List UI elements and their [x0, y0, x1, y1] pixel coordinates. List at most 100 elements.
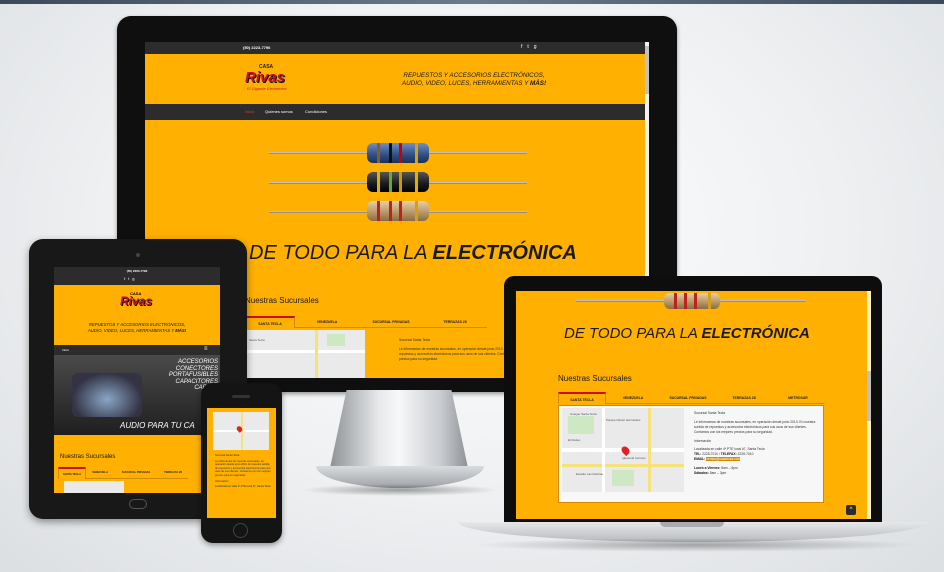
top-edge-strip [0, 0, 944, 4]
map-park [612, 470, 634, 486]
map-label: Estadio Las Delicias [576, 472, 604, 476]
resistor-band [389, 143, 392, 163]
hero-prefix: DE TODO PARA LA [249, 242, 433, 264]
map-label: Iglesia El Carmen [622, 456, 646, 460]
map-park [327, 334, 345, 346]
hours-saturday-row: Sábados: 8am – 3pm [694, 471, 820, 476]
tel-label: TEL: [694, 452, 702, 456]
phone-screen: Sucursal Santa Tecla Le informamos de nu… [207, 408, 276, 518]
resistor-band [389, 201, 392, 221]
laptop-email-row: EMAIL: ventas@casarivas.com [694, 457, 820, 462]
laptop-tab-privadas[interactable]: SUCURSAL PRIVADAS [660, 392, 716, 404]
branches-title: Nuestras Sucursales [245, 296, 319, 305]
laptop-branch-map[interactable]: Colegio Santa Tecla Parque Daniel Hernán… [562, 408, 684, 492]
laptop-hero-prefix: DE TODO PARA LA [564, 325, 702, 342]
map-road [315, 330, 318, 378]
tablet-tagline-bold: MÁS! [175, 328, 187, 333]
map-road [648, 408, 651, 492]
tablet-phone: (50) 2223-7796 [126, 269, 148, 273]
menu-icon[interactable]: ≡ [204, 346, 208, 352]
logo-name: Rivas [245, 69, 286, 86]
hero-heading: DE TODO PARA LA ELECTRÓNICA [249, 242, 577, 265]
resistor-band [694, 293, 697, 309]
map-label: Parque Daniel Hernández [606, 418, 641, 422]
tablet-tab-terrazas[interactable]: TERRAZAS 28 [158, 467, 188, 479]
resistor-band [684, 293, 687, 309]
back-to-top-button[interactable]: ^ [846, 505, 856, 515]
branch-map[interactable]: Santa Tecla [245, 330, 365, 378]
phone-home-button [233, 523, 248, 538]
tablet-nav: Inicio ≡ [54, 345, 220, 355]
resistor-band [415, 172, 418, 192]
scroll-thumb[interactable] [645, 46, 649, 94]
laptop-branch-name: Sucursal Santa Tecla [694, 411, 725, 415]
tab-privadas[interactable]: SUCURSAL PRIVADAS [359, 316, 423, 328]
social-icons: ftg [521, 44, 542, 50]
tagline-line2-text: AUDIO, VIDEO, LUCES, HERRAMIENTAS Y [401, 80, 530, 87]
main-nav: Inicio Quienes somos Condiciones [145, 104, 649, 120]
phone-map[interactable] [213, 412, 269, 450]
email-label: EMAIL: [694, 457, 706, 461]
tablet-camera [136, 253, 140, 257]
tagline-line1: REPUESTOS Y ACCESORIOS ELECTRÓNICOS, [403, 72, 545, 79]
nav-condiciones[interactable]: Condiciones [305, 109, 327, 114]
hours-weekday-value: 8am – 6pm [721, 466, 738, 470]
banner-bottom-span: AUDIO PARA TU CA [120, 421, 195, 430]
tablet-tagline-line2-text: AUDIO, VIDEO, LUCES, HERRAMIENTAS Y [87, 328, 176, 333]
google-plus-icon[interactable]: g [132, 276, 137, 281]
logo-tagline: El Gigante Electrónico [247, 86, 287, 91]
tablet-logo[interactable]: CASA Rivas [116, 291, 156, 315]
resistor-band [415, 143, 418, 163]
tab-santa-tecla[interactable]: SANTA TECLA [245, 316, 295, 328]
site-logo[interactable]: CASA Rivas El Gigante Electrónico [245, 64, 289, 94]
resistor-band [415, 201, 418, 221]
resistor-band [399, 172, 402, 192]
map-road [562, 464, 684, 467]
laptop-screen: DE TODO PARA LA ELECTRÓNICA Nuestras Suc… [516, 291, 871, 519]
phone-branch-info: Sucursal Santa Tecla Le informamos de nu… [215, 454, 271, 489]
laptop-tab-terrazas[interactable]: TERRAZAS 28 [716, 392, 772, 404]
resistor-band [674, 293, 677, 309]
map-pin-icon[interactable] [619, 444, 632, 457]
nav-quienes-somos[interactable]: Quienes somos [265, 109, 293, 114]
tablet-tab-venezuela[interactable]: VENEZUELA [86, 467, 114, 479]
hours-weekday-label: Lunes a Viernes: [694, 466, 721, 470]
tablet-nav-inicio[interactable]: Inicio [62, 348, 69, 352]
laptop-scroll-thumb[interactable] [867, 371, 871, 421]
laptop-scrollbar[interactable] [867, 291, 871, 519]
laptop-branch-intro: Le informamos de nuestras sucursales, en… [694, 420, 816, 434]
resistor-band [399, 201, 402, 221]
tablet-map[interactable] [64, 481, 124, 493]
resistor-band [708, 293, 711, 309]
tablet-social: ftg [124, 276, 137, 281]
tablet-branches-title: Nuestras Sucursales [60, 454, 116, 460]
google-plus-icon[interactable]: g [534, 44, 542, 50]
tablet-tab-privadas[interactable]: SUCURSAL PRIVADAS [114, 467, 158, 479]
laptop-tab-metrosur[interactable]: METROSUR [772, 392, 824, 404]
tab-terrazas[interactable]: TERRAZAS 28 [423, 316, 487, 328]
resistor-band [377, 201, 380, 221]
tab-venezuela[interactable]: VENEZUELA [295, 316, 359, 328]
tablet-banner: ACCESORIOS CONECTORES PORTAFUSIBLES CAPA… [54, 355, 220, 435]
phone-branch-intro: Le informamos de nuestras sucursales, en… [215, 459, 271, 477]
laptop-branches-title: Nuestras Sucursales [558, 374, 632, 383]
laptop-resistor [664, 293, 720, 309]
tablet-tab-santa-tecla[interactable]: SANTA TECLA [58, 467, 86, 479]
laptop-info-label: Información [694, 439, 712, 443]
telefax-label: TELEFAX: [720, 452, 737, 456]
tagline-line2: AUDIO, VIDEO, LUCES, HERRAMIENTAS Y MÁS! [389, 80, 559, 88]
tablet-branch-tabs: SANTA TECLA VENEZUELA SUCURSAL PRIVADAS … [58, 467, 188, 479]
email-link[interactable]: ventas@casarivas.com [706, 457, 741, 461]
tablet-tagline: REPUESTOS Y ACCESORIOS ELECTRÓNICOS, AUD… [72, 322, 202, 334]
phone-branch-name: Sucursal Santa Tecla [215, 454, 240, 457]
laptop-tab-santa-tecla[interactable]: SANTA TECLA [558, 392, 606, 404]
laptop-shadow [470, 538, 920, 552]
phone-speaker [232, 395, 250, 398]
nav-inicio[interactable]: Inicio [245, 109, 254, 114]
desktop-monitor-stand [330, 390, 468, 468]
map-label: Colegio Santa Tecla [570, 412, 597, 416]
banner-line: PORTAFUSIBLES [168, 372, 218, 378]
laptop-tab-venezuela[interactable]: VENEZUELA [606, 392, 660, 404]
map-park [568, 416, 594, 434]
tablet-home-button [129, 499, 147, 509]
